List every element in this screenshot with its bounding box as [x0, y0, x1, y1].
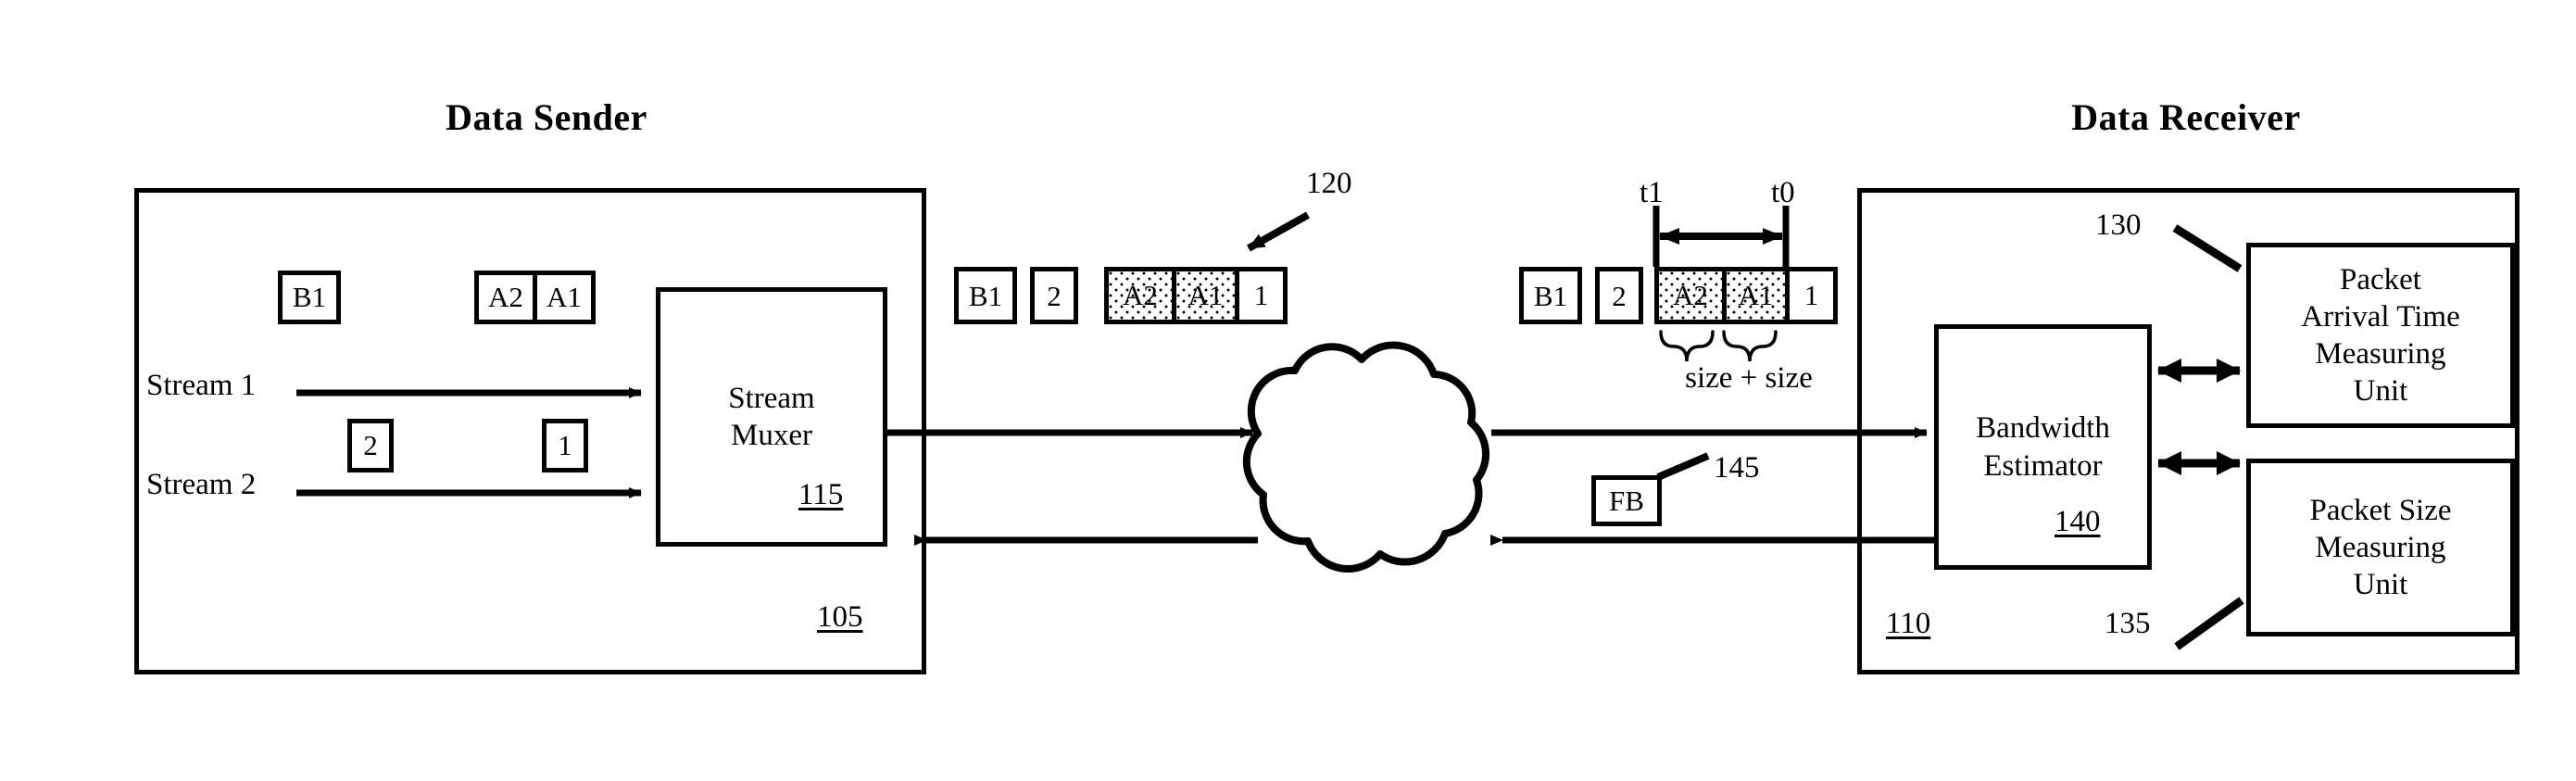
stream1-packet-a2: A2: [474, 271, 537, 324]
bandwidth-estimator-ref: 140: [2055, 505, 2101, 538]
sender-ref-label: 105: [817, 600, 863, 634]
arrival-unit-line2: Arrival Time: [2301, 299, 2460, 334]
bandwidth-estimator-line1: Bandwidth: [1976, 411, 2110, 446]
stream-muxer-label-line1: Stream: [728, 381, 815, 415]
size-unit-line1: Packet Size: [2309, 493, 2452, 527]
rx-packet-1: 1: [1785, 271, 1833, 320]
transmitted-train-leader-arrow: [1247, 211, 1310, 252]
network-label: Network: [1324, 447, 1446, 482]
rx-packet-2: 2: [1595, 267, 1643, 324]
tx-packet-a2: A2: [1109, 271, 1172, 320]
tx-packet-b1: B1: [954, 267, 1017, 324]
receiver-ref-label: 110: [1886, 607, 1931, 640]
feedback-box: FB: [1591, 475, 1662, 526]
sender-title: Data Sender: [446, 96, 647, 138]
tx-packet-1: 1: [1235, 271, 1283, 320]
stream-muxer-label-line2: Muxer: [731, 419, 812, 452]
packet-arrival-time-unit-box: Packet Arrival Time Measuring Unit: [2246, 243, 2515, 428]
size-unit-ref: 135: [2105, 607, 2151, 640]
arrival-unit-line4: Unit: [2353, 374, 2408, 409]
tx-packet-2: 2: [1030, 267, 1078, 324]
brace-a2: [1659, 330, 1715, 362]
bandwidth-estimator-box: Bandwidth Estimator: [1934, 324, 2152, 570]
stream-1-label: Stream 1: [146, 369, 257, 402]
bandwidth-estimator-line2: Estimator: [1983, 448, 2103, 483]
figure-canvas: Data Sender Data Receiver 105 Stream 1 S…: [0, 0, 2576, 781]
stream2-packet-2: 2: [347, 419, 394, 472]
size-unit-line2: Measuring: [2315, 530, 2446, 564]
rx-packet-a1: A1: [1722, 271, 1785, 320]
receiver-title: Data Receiver: [2071, 96, 2301, 138]
size-plus-size-label: size + size: [1685, 361, 1813, 395]
tx-packet-a1: A1: [1172, 271, 1235, 320]
brace-a1: [1722, 330, 1778, 362]
rx-packet-b1: B1: [1519, 267, 1582, 324]
rx-packet-a2: A2: [1659, 271, 1722, 320]
transmitted-train-ref: 120: [1306, 167, 1352, 200]
rx-packet-group: A2 A1 1: [1654, 267, 1838, 324]
packet-size-unit-box: Packet Size Measuring Unit: [2246, 459, 2515, 636]
arrival-unit-line3: Measuring: [2315, 337, 2446, 371]
stream1-packet-b1: B1: [278, 271, 341, 324]
rx-time-end-label: t0: [1771, 176, 1795, 209]
arrival-unit-line1: Packet: [2340, 262, 2421, 296]
network-ref: 125: [1362, 517, 1408, 550]
tx-packet-group: A2 A1 1: [1104, 267, 1288, 324]
feedback-leader-line: [1656, 452, 1710, 481]
stream-muxer-ref: 115: [798, 478, 844, 511]
stream-muxer-box: Stream Muxer: [656, 287, 887, 547]
rx-time-start-label: t1: [1640, 176, 1664, 209]
stream1-packet-a1: A1: [533, 271, 596, 324]
feedback-ref: 145: [1714, 451, 1760, 485]
arrival-unit-ref: 130: [2095, 208, 2142, 242]
stream2-packet-1: 1: [542, 419, 588, 472]
size-unit-line3: Unit: [2353, 568, 2408, 602]
stream-2-label: Stream 2: [146, 468, 257, 501]
